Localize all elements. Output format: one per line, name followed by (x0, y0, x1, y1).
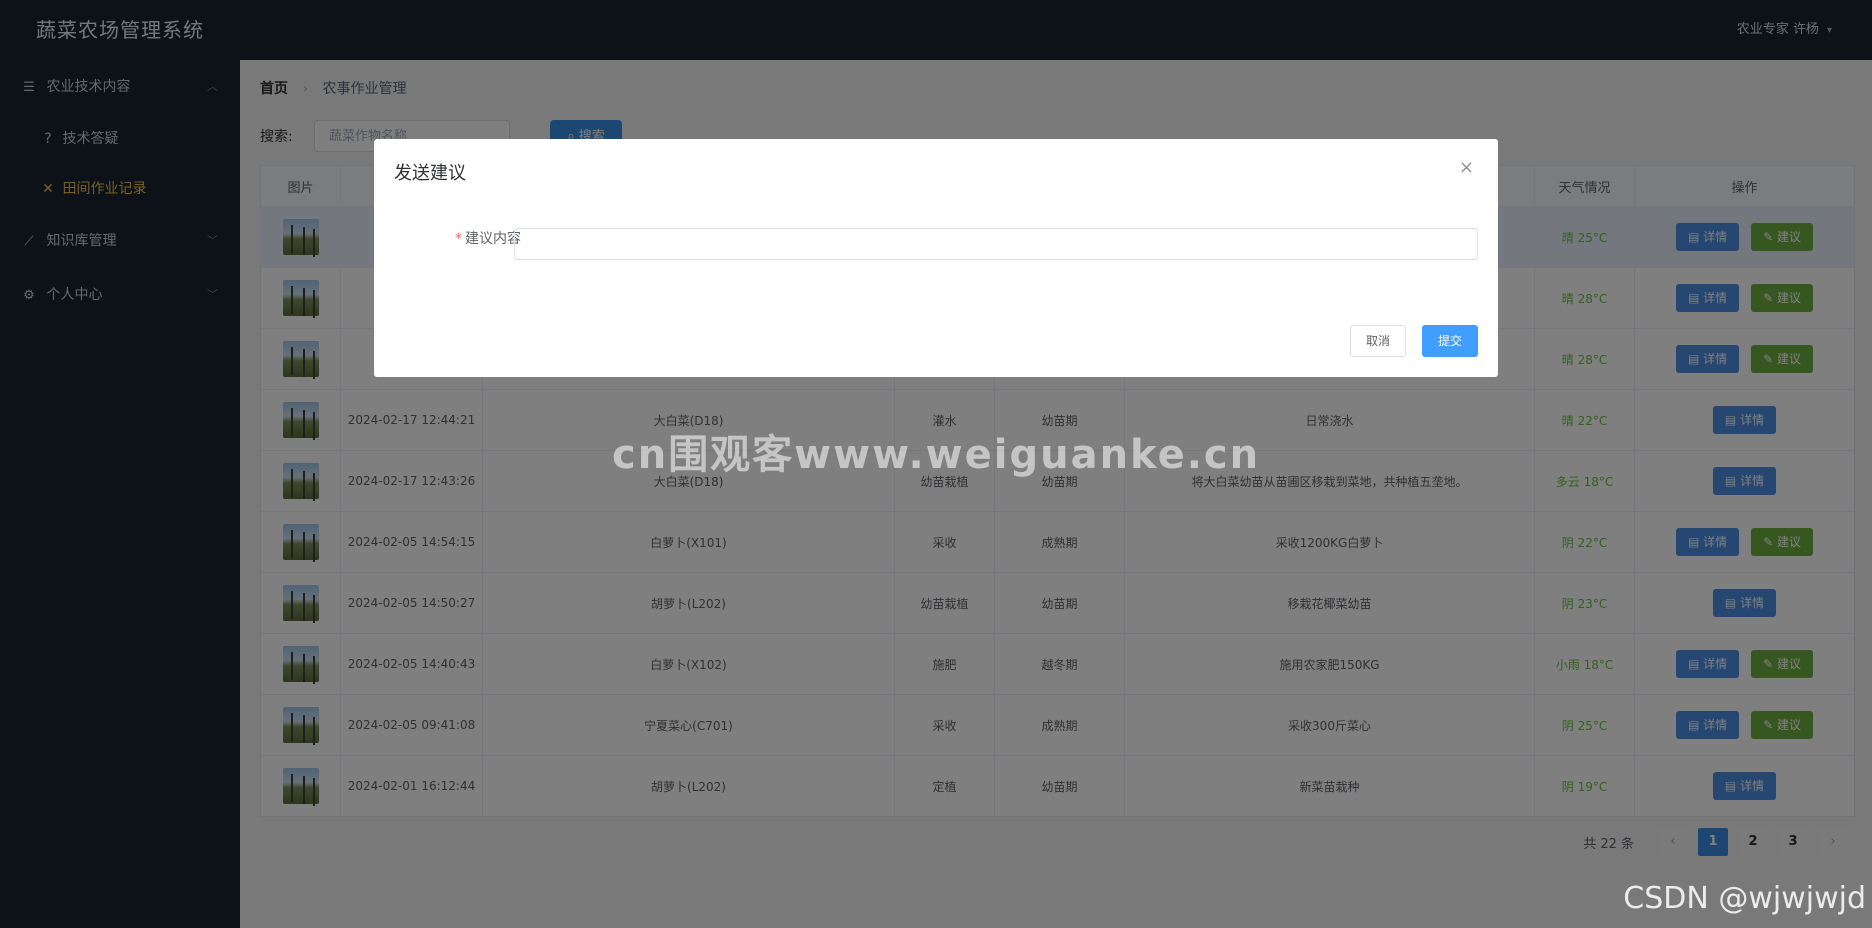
suggestion-content-label: * 建议内容 (455, 231, 521, 247)
dialog-title: 发送建议 (394, 163, 466, 184)
required-mark: * (455, 231, 462, 247)
watermark-center: cn围观客www.weiguanke.cn (612, 432, 1261, 478)
suggestion-content-input[interactable] (514, 228, 1478, 260)
cancel-button[interactable]: 取消 (1350, 325, 1406, 357)
submit-button[interactable]: 提交 (1422, 325, 1478, 357)
send-suggestion-dialog: 发送建议 × * 建议内容 取消 提交 (374, 139, 1498, 377)
close-icon[interactable]: × (1459, 157, 1474, 178)
watermark-corner: CSDN @wjwjwjd (1623, 881, 1866, 916)
